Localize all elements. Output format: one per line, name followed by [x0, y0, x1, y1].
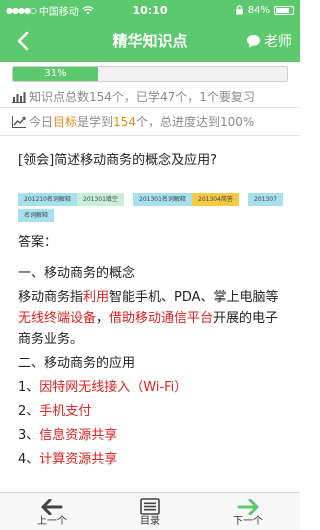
bar-chart-icon	[12, 92, 26, 103]
lock-rotation-icon	[235, 5, 243, 15]
catalog-label: 目录	[140, 516, 160, 527]
answer-body: 答案： 一、移动商务的概念 移动商务指利用智能手机、PDA、掌上电脑等无线终端设…	[18, 232, 290, 473]
next-button[interactable]: 下一个	[208, 493, 288, 530]
list-number: 2、	[18, 404, 40, 419]
stats-total-prefix: 知识点总数	[29, 90, 90, 104]
highlight-text: 因特网无线接入（Wi-Fi）	[39, 380, 188, 395]
answer-text: 智能手机、PDA、掌上电脑等	[109, 290, 279, 305]
trend-line-icon	[12, 116, 26, 128]
stats-goal-line: 今日目标是学到154个，总进度达到100%	[12, 113, 297, 131]
next-label: 下一个	[233, 516, 263, 527]
divider	[0, 107, 300, 108]
exam-tag[interactable]: 201304简答	[192, 193, 239, 206]
list-item: 3、信息资源共享	[18, 425, 290, 446]
status-right: 84%	[184, 5, 294, 16]
highlight-text: 计算资源共享	[39, 452, 118, 467]
goal-word: 目标	[53, 115, 78, 129]
highlight-text: 借助移动通信平台	[109, 311, 214, 326]
clock: 10:10	[132, 3, 168, 17]
bottom-toolbar: 上一个 目录 下一个	[0, 492, 300, 530]
progress-bar: 31%	[12, 66, 288, 82]
answer-text: 移动商务指	[18, 290, 84, 305]
stats-learned-mid: 个，已学	[111, 90, 160, 104]
list-number: 3、	[18, 428, 40, 443]
list-item: 4、计算资源共享	[18, 449, 290, 470]
battery-percent: 84%	[247, 4, 270, 16]
goal-mid: 是学到	[77, 115, 114, 129]
goal-suffix: 个，总进度达到100%	[135, 115, 255, 129]
signal-icon: ●●●●○	[6, 5, 37, 15]
exam-tag[interactable]: 201210名词解释	[18, 193, 77, 206]
carrier-label: 中国移动	[38, 6, 79, 18]
goal-value: 154	[113, 115, 136, 129]
exam-tag[interactable]: 名词解释	[18, 209, 55, 222]
exam-tag[interactable]: 201301名词解释	[133, 193, 192, 206]
back-button[interactable]	[10, 28, 36, 54]
answer-text: ，	[96, 311, 110, 326]
stats-total-line: 知识点总数154个，已学47个，1个要复习	[12, 88, 297, 106]
battery-icon	[274, 5, 294, 15]
highlight-text: 利用	[83, 290, 110, 305]
stats-learned-count: 47	[159, 90, 176, 104]
knowledge-content[interactable]: 31% 知识点总数154个，已学47个，1个要复习 今日目标是学到154个，总进…	[0, 62, 300, 492]
list-number: 1、	[18, 380, 40, 395]
section-title: 一、移动商务的概念	[18, 266, 136, 281]
status-left: ●●●●○ 中国移动	[6, 3, 116, 18]
chat-bubble-icon	[247, 34, 260, 48]
question-title: [领会]简述移动商务的概念及应用?	[18, 153, 218, 168]
section-title: 二、移动商务的应用	[18, 356, 136, 371]
list-icon	[110, 493, 190, 515]
answer-paragraph: 移动商务指利用智能手机、PDA、掌上电脑等无线终端设备，借助移动通信平台开展的电…	[18, 287, 290, 350]
status-bar: ●●●●○ 中国移动 10:10 84%	[0, 0, 300, 20]
list-item: 2、手机支付	[18, 401, 290, 422]
exam-tag[interactable]: 201307	[248, 193, 283, 206]
goal-prefix: 今日	[29, 115, 54, 129]
prev-button[interactable]: 上一个	[12, 493, 92, 530]
list-item: 1、因特网无线接入（Wi-Fi）	[18, 377, 290, 398]
exam-tags: 201210名词解释 201301填空 201301名词解释 201304简答 …	[18, 191, 300, 225]
divider	[0, 135, 300, 136]
progress-percent: 31%	[44, 68, 67, 79]
arrow-left-icon	[12, 493, 92, 515]
arrow-right-icon	[208, 493, 288, 515]
stats-total-count: 154	[89, 90, 112, 104]
nav-bar: 精华知识点 老师	[0, 20, 300, 62]
teacher-button[interactable]: 老师	[246, 30, 292, 52]
teacher-label: 老师	[264, 34, 292, 50]
stats-review-suffix: 个，1个要复习	[175, 90, 255, 104]
prev-label: 上一个	[37, 516, 67, 527]
answer-heading: 答案：	[18, 235, 58, 250]
highlight-text: 手机支付	[39, 404, 92, 419]
exam-tag[interactable]: 201301填空	[77, 193, 124, 206]
highlight-text: 信息资源共享	[39, 428, 118, 443]
chevron-left-icon	[17, 31, 29, 51]
catalog-button[interactable]: 目录	[110, 493, 190, 530]
highlight-text: 无线终端设备	[18, 311, 97, 326]
wifi-icon	[82, 5, 94, 14]
list-number: 4、	[18, 452, 40, 467]
battery-level	[276, 7, 290, 13]
